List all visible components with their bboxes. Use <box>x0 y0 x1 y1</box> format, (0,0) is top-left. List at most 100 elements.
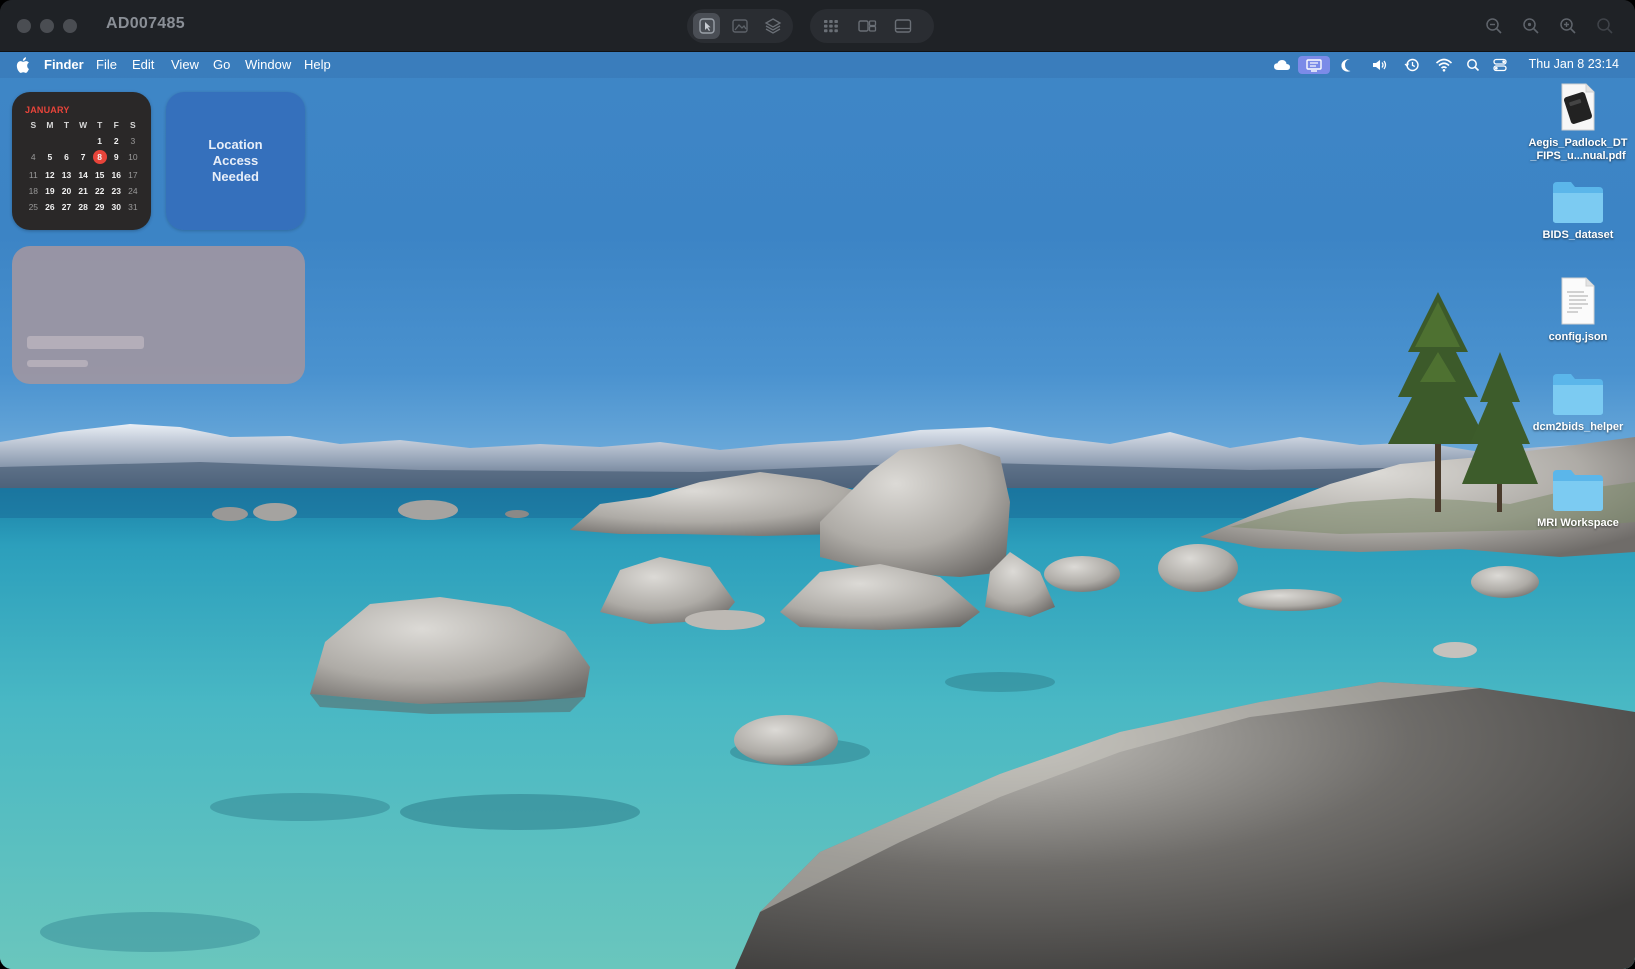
apple-menu-icon[interactable] <box>14 56 30 74</box>
calendar-day: 19 <box>45 185 55 196</box>
calendar-grid: S M T W T F S 1 2 3 4 5 6 7 8 9 10 11 12 13 14 15 16 17 18 19 20 21… <box>25 119 139 213</box>
calendar-widget[interactable]: JANUARY S M T W T F S 1 2 3 4 5 6 7 8 9 10 11 12 13 14 15 16 17… <box>12 92 151 230</box>
calendar-month: JANUARY <box>25 105 70 115</box>
folder-icon <box>1553 470 1603 511</box>
menu-finder[interactable]: Finder <box>44 57 84 72</box>
calendar-day: 22 <box>94 185 105 196</box>
menu-help[interactable]: Help <box>304 57 331 72</box>
split-view-button[interactable] <box>852 13 882 39</box>
json-document-icon <box>1561 277 1595 325</box>
calendar-day: 21 <box>78 185 88 196</box>
minimize-window-button[interactable] <box>40 19 54 33</box>
split-layout-icon <box>858 20 877 32</box>
calendar-weekday: M <box>46 120 54 130</box>
calendar-day: 6 <box>64 152 69 163</box>
calendar-day: 27 <box>61 201 72 212</box>
zoom-in-button[interactable] <box>1553 13 1582 39</box>
calendar-day: 20 <box>61 185 72 196</box>
time-machine-status[interactable] <box>1402 56 1422 74</box>
location-widget[interactable]: Location Access Needed <box>166 92 305 230</box>
calendar-day: 15 <box>94 169 105 180</box>
viewer-titlebar: AD007485 <box>0 0 1635 52</box>
folder-icon <box>1553 374 1603 415</box>
focus-status[interactable] <box>1338 56 1358 74</box>
calendar-day <box>58 135 75 147</box>
zoom-window-button[interactable] <box>63 19 77 33</box>
desktop-icon-label: dcm2bids_helper <box>1532 421 1624 433</box>
menu-view[interactable]: View <box>171 57 199 72</box>
calendar-day: 16 <box>111 169 121 180</box>
clock-history-icon <box>1404 58 1419 72</box>
calendar-weekday: F <box>113 120 119 130</box>
placeholder-widget[interactable] <box>12 246 305 384</box>
desktop-icon-label: MRI Workspace <box>1537 517 1619 529</box>
zoom-out-icon <box>1485 18 1502 34</box>
calendar-day: 24 <box>128 185 138 196</box>
screen-sharing-status[interactable] <box>1298 56 1330 74</box>
calendar-day: 29 <box>94 201 105 212</box>
calendar-weekday: S <box>30 120 37 130</box>
calendar-today: 8 <box>92 150 107 165</box>
cloud-icon <box>1274 60 1290 70</box>
grid-view-button[interactable] <box>816 13 846 39</box>
calendar-day: 12 <box>45 169 55 180</box>
calendar-day: 30 <box>111 201 121 212</box>
calendar-day: 28 <box>78 201 88 212</box>
placeholder-line <box>27 360 88 367</box>
pointer-tool-button[interactable] <box>693 13 721 39</box>
calendar-day: 9 <box>113 152 119 163</box>
desktop-icon-folder-bids[interactable]: BIDS_dataset <box>1526 180 1630 242</box>
control-center-icon <box>1493 58 1507 72</box>
window-icon <box>894 19 912 33</box>
zoom-in-icon <box>1559 18 1576 34</box>
menu-bar: Finder File Edit View Go Window Help Thu… <box>0 52 1635 78</box>
menu-file[interactable]: File <box>96 57 117 72</box>
single-view-button[interactable] <box>888 13 918 39</box>
pdf-document-icon <box>1561 83 1595 131</box>
calendar-day: 10 <box>128 152 138 163</box>
placeholder-line <box>27 336 144 349</box>
wifi-icon <box>1435 58 1453 72</box>
close-window-button[interactable] <box>17 19 31 33</box>
spotlight-button[interactable] <box>1463 56 1483 74</box>
control-center-button[interactable] <box>1490 56 1510 74</box>
zoom-out-button[interactable] <box>1479 13 1508 39</box>
icloud-status[interactable] <box>1272 56 1292 74</box>
desktop-icon-label: config.json <box>1548 331 1608 343</box>
screenshot-tool-button[interactable] <box>726 13 753 39</box>
calendar-weekday: T <box>97 120 103 130</box>
layers-tool-button[interactable] <box>760 13 787 39</box>
calendar-weekday: S <box>130 120 136 130</box>
zoom-reset-icon <box>1596 18 1613 34</box>
desktop-icon-pdf[interactable]: Aegis_Padlock_DT _FIPS_u...nual.pdf <box>1526 82 1630 163</box>
search-icon <box>1467 59 1480 72</box>
zoom-reset-button[interactable] <box>1590 13 1619 39</box>
tool-group-layout <box>810 9 934 43</box>
zoom-fit-button[interactable] <box>1516 13 1545 39</box>
calendar-weekday: W <box>79 120 88 130</box>
calendar-day: 7 <box>80 152 86 163</box>
wifi-status[interactable] <box>1434 56 1454 74</box>
menubar-clock[interactable]: Thu Jan 8 23:14 <box>1529 57 1619 71</box>
calendar-day <box>42 135 59 147</box>
desktop-icon-folder-mri[interactable]: MRI Workspace <box>1526 468 1630 530</box>
menu-window[interactable]: Window <box>245 57 291 72</box>
viewer-title: AD007485 <box>106 15 185 32</box>
calendar-day: 11 <box>28 169 38 180</box>
volume-status[interactable] <box>1370 56 1390 74</box>
menu-edit[interactable]: Edit <box>132 57 154 72</box>
calendar-day: 26 <box>45 201 55 212</box>
desktop-icon-config-json[interactable]: config.json <box>1526 276 1630 344</box>
calendar-day: 1 <box>97 136 103 147</box>
calendar-day: 5 <box>47 152 53 163</box>
desktop-icon-label: BIDS_dataset <box>1542 229 1614 241</box>
tool-group-select <box>687 9 793 43</box>
desktop-icon-folder-dcm2bids[interactable]: dcm2bids_helper <box>1526 372 1630 434</box>
calendar-day: 31 <box>128 201 138 212</box>
layers-icon <box>765 18 782 34</box>
calendar-day: 3 <box>130 136 136 147</box>
menu-go[interactable]: Go <box>213 57 230 72</box>
grid-icon <box>824 20 838 33</box>
image-icon <box>732 19 748 33</box>
screen-share-icon <box>1306 59 1322 72</box>
